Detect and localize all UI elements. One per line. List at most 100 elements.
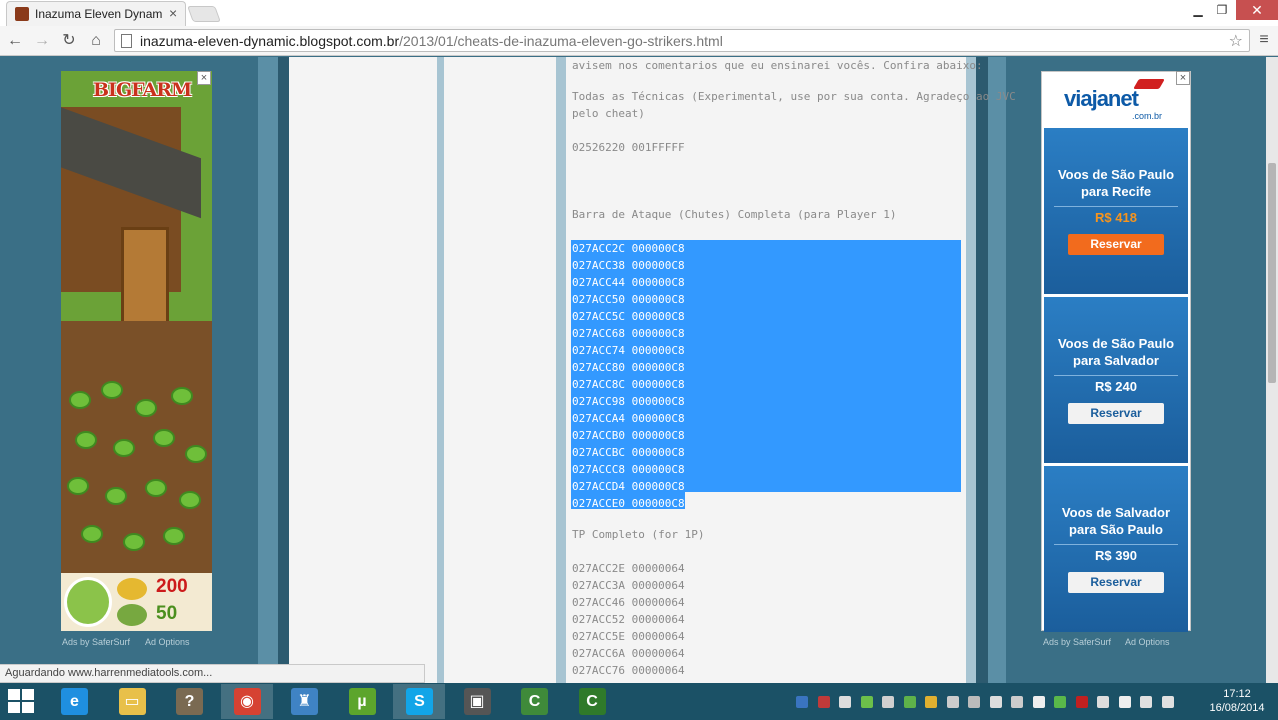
tp-heading: TP Completo (for 1P) [572,528,705,541]
cabbage-icon [135,399,157,417]
tray-icon[interactable] [968,696,980,708]
browser-toolbar: ← → ↻ ⌂ inazuma-eleven-dynamic.blogspot.… [0,26,1278,56]
tray-icon[interactable] [903,696,916,708]
back-arrow-icon[interactable]: ← [5,31,25,51]
offer-title-line: Voos de São Paulo [1057,167,1175,182]
flight-offer-card[interactable]: Voos de São Paulo para Salvador R$ 240 Rese… [1044,297,1188,463]
background-stripe [976,57,988,683]
chrome-menu-icon[interactable]: ≡ [1254,30,1274,50]
tray-icon[interactable] [796,696,808,708]
taskbar-app-button[interactable]: ? [163,684,215,719]
tray-icon[interactable] [1011,696,1023,708]
tray-icon[interactable] [1118,696,1131,708]
tray-icon[interactable] [839,696,851,708]
reload-icon[interactable]: ↻ [59,31,79,51]
skype-icon: S [406,688,433,715]
tray-icon[interactable] [1140,696,1152,708]
cabbage-icon [123,533,145,551]
start-logo-pane [22,689,34,700]
tray-icon[interactable] [946,696,959,708]
flight-offer-card[interactable]: Voos de Salvador para São Paulo R$ 390 Rese… [1044,466,1188,632]
tray-icon[interactable] [1097,696,1109,708]
code-line: 027ACC6A 00000064 [572,647,685,660]
cabbage-icon [179,491,201,509]
code-line: 027ACC2E 00000064 [572,562,685,575]
all-techniques-code: 02526220 001FFFFF [572,141,685,154]
taskbar-app-button[interactable]: C [508,684,560,719]
bigfarm-ad[interactable]: BIGFARM 200 50 [61,71,212,631]
viajanet-ad[interactable]: viajanet .com.br Voos de São Paulo para R… [1041,71,1191,632]
tray-icon[interactable] [1161,696,1174,708]
tray-icon[interactable] [817,696,830,708]
tray-icon[interactable] [989,696,1002,708]
browser-tab[interactable]: Inazuma Eleven Dynamic × [6,1,186,26]
background-stripe [966,57,976,683]
windows-start-button[interactable] [8,689,36,715]
barn-illustration [61,103,201,337]
offer-price: R$ 418 [1095,210,1137,225]
windows-taskbar: e ▭? ◉ ♜ µ S ▣ C C 17:12 16/08/2014 [0,683,1278,720]
offer-title-line: para Salvador [1073,353,1159,368]
background-stripe [278,57,289,683]
cabbage-icon [69,391,91,409]
restore-button[interactable]: ❐ [1208,0,1236,20]
blogger-favicon-icon [15,7,29,21]
taskbar-app-button[interactable]: µ [336,684,388,719]
all-techniques-line-2: pelo cheat) [572,107,645,120]
barn-roof [61,103,201,219]
code-line: 027ACC44 000000C8 [572,276,685,289]
blog-column [289,57,437,683]
tab-close-icon[interactable]: × [169,5,177,21]
taskbar-clock[interactable]: 17:12 16/08/2014 [1202,687,1272,715]
ads-by-label[interactable]: Ads by SaferSurf [62,637,130,647]
start-logo-pane [8,702,20,713]
cabbage-icon [153,429,175,447]
bookmark-star-icon[interactable]: ☆ [1229,31,1243,51]
code-line: 027ACCB0 000000C8 [572,429,685,442]
title-bar: Inazuma Eleven Dynamic × ▁ ❐ ✕ [0,0,1278,26]
coins-count: 200 [156,576,188,597]
tray-icon[interactable] [1054,696,1066,708]
viajanet-domain: .com.br [1132,111,1163,121]
tray-icon[interactable] [925,696,937,708]
cabbage-icon [113,439,135,457]
address-bar[interactable]: inazuma-eleven-dynamic.blogspot.com.br/2… [114,29,1250,52]
taskbar-app-button[interactable]: ▭ [106,684,158,719]
close-ad-icon[interactable]: × [1176,71,1190,85]
offer-divider [1054,206,1178,207]
ad-options-link[interactable]: Ad Options [145,637,190,647]
tray-icon[interactable] [882,696,894,708]
close-ad-icon[interactable]: × [197,71,211,85]
tray-icon[interactable] [1075,696,1088,708]
ads-by-label[interactable]: Ads by SaferSurf [1043,637,1111,647]
new-tab-button[interactable] [187,6,221,22]
ad-options-link[interactable]: Ad Options [1125,637,1170,647]
seeds-count: 50 [156,603,178,624]
taskbar-app-button[interactable]: ♜ [278,684,330,719]
close-window-button[interactable]: ✕ [1236,0,1278,20]
code-line: 027ACC80 000000C8 [572,361,685,374]
code-line: 027ACCD4 000000C8 [572,480,685,493]
reservar-button[interactable]: Reservar [1068,234,1164,255]
flight-offer-card[interactable]: Voos de São Paulo para Recife R$ 418 Reserv… [1044,128,1188,294]
forward-arrow-icon[interactable]: → [32,31,52,51]
taskbar-app-button[interactable]: ▣ [451,684,503,719]
scrollbar-thumb[interactable] [1268,163,1276,383]
reservar-button[interactable]: Reservar [1068,403,1164,424]
reservar-button[interactable]: Reservar [1068,572,1164,593]
vertical-scrollbar[interactable] [1266,57,1278,683]
tray-icon[interactable] [1032,696,1045,708]
cabbage-field [61,321,212,581]
camtasia-icon: C [521,688,548,715]
taskbar-app-button[interactable]: ◉ [220,684,273,719]
taskbar-app-button[interactable]: S [393,684,445,719]
bigfarm-logo: BIGFARM [93,79,192,101]
attack-bar-heading: Barra de Ataque (Chutes) Completa (para … [572,208,897,221]
taskbar-app-button[interactable]: e [48,684,100,719]
tray-icon[interactable] [860,696,873,708]
home-icon[interactable]: ⌂ [86,31,106,51]
cabbage-icon [101,381,123,399]
url-text[interactable]: inazuma-eleven-dynamic.blogspot.com.br/2… [140,33,723,49]
code-line: 027ACC76 00000064 [572,664,685,677]
taskbar-app-button[interactable]: C [566,684,618,719]
